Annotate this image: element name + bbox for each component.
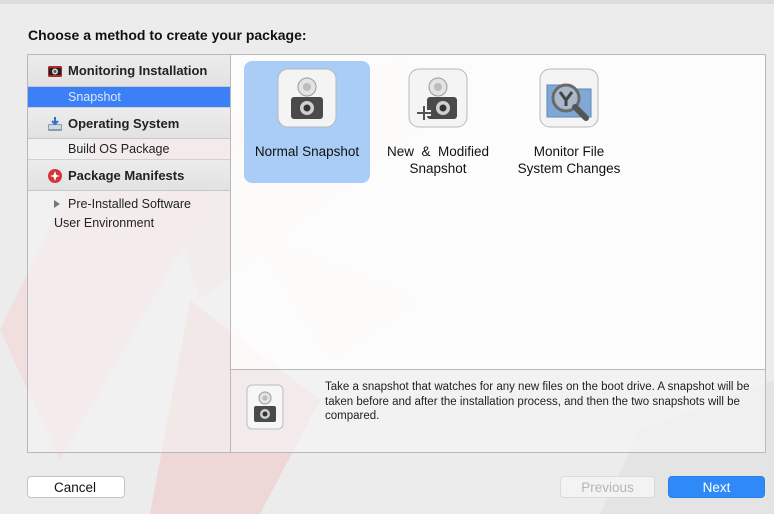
method-label: New & Modified Snapshot (375, 143, 501, 177)
method-new-modified-snapshot[interactable]: New & Modified Snapshot (375, 61, 501, 183)
sidebar-section-package-manifests[interactable]: Package Manifests (28, 159, 230, 191)
next-button[interactable]: Next (668, 476, 765, 498)
previous-button[interactable]: Previous (560, 476, 655, 498)
sidebar: Monitoring Installation Snapshot Operati… (28, 55, 231, 452)
description-text: Take a snapshot that watches for any new… (325, 381, 750, 422)
sidebar-section-monitoring-installation[interactable]: Monitoring Installation (28, 55, 230, 87)
snapshot-camera-plus-icon (408, 68, 468, 128)
sidebar-item-build-os-package[interactable]: Build OS Package (28, 139, 230, 159)
method-label-line2: Snapshot (409, 161, 467, 176)
sidebar-section-label: Monitoring Installation (68, 63, 208, 78)
method-label: Normal Snapshot (254, 144, 360, 159)
snapshot-camera-icon (246, 384, 284, 430)
sidebar-section-label: Operating System (68, 116, 180, 131)
window-top-edge (0, 0, 774, 4)
sidebar-section-label: Package Manifests (68, 168, 185, 183)
camera-icon (48, 66, 62, 77)
page-title: Choose a method to create your package: (28, 27, 307, 43)
sidebar-item-snapshot[interactable]: Snapshot (28, 87, 230, 107)
sidebar-item-pre-installed-software[interactable]: Pre-Installed Software (28, 195, 230, 214)
method-monitor-file-system[interactable]: Monitor File System Changes (506, 61, 632, 183)
snapshot-camera-icon (277, 68, 337, 128)
method-chooser: Normal Snapshot New & Modified Snapshot (231, 55, 765, 369)
method-label-line1: New & Modified (386, 144, 490, 159)
sidebar-item-user-environment[interactable]: User Environment (28, 214, 230, 233)
method-description: Take a snapshot that watches for any new… (231, 369, 765, 452)
sidebar-item-label: User Environment (54, 216, 155, 230)
method-label: Monitor File System Changes (506, 143, 632, 177)
method-normal-snapshot[interactable]: Normal Snapshot (244, 61, 370, 183)
method-label-line2: System Changes (517, 161, 621, 176)
manifest-badge-icon (48, 169, 62, 183)
method-label-line1: Monitor File (533, 144, 605, 159)
cancel-button[interactable]: Cancel (27, 476, 125, 498)
sidebar-item-label: Pre-Installed Software (68, 197, 191, 211)
sidebar-section-operating-system[interactable]: Operating System (28, 107, 230, 139)
package-method-panel: Monitoring Installation Snapshot Operati… (27, 54, 766, 453)
disclosure-triangle-icon[interactable] (54, 200, 60, 208)
folder-magnifier-icon (539, 68, 599, 128)
install-disk-icon (48, 117, 62, 131)
